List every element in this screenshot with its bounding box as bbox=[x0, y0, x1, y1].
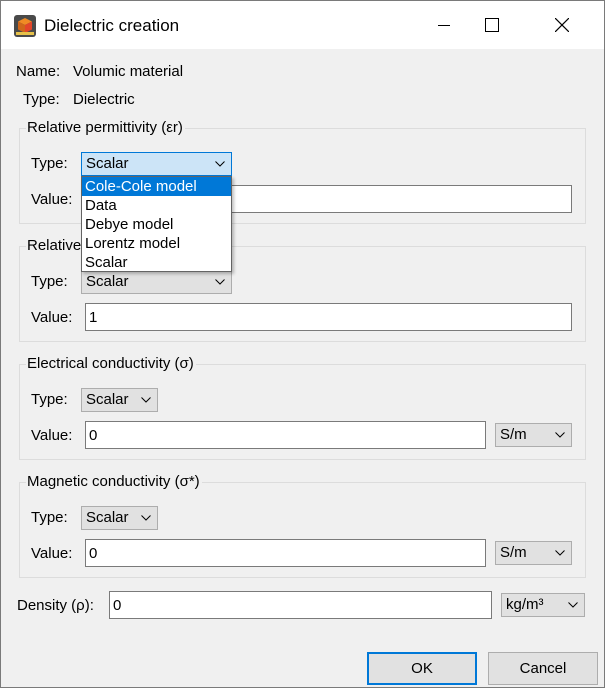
title-bar[interactable]: Dielectric creation bbox=[1, 1, 604, 49]
density-unit-selected: kg/m³ bbox=[506, 596, 544, 613]
magnetic-value-text: 0 bbox=[89, 545, 98, 562]
density-unit-select[interactable]: kg/m³ bbox=[501, 593, 585, 617]
minimize-icon bbox=[438, 25, 450, 26]
magnetic-group-title: Magnetic conductivity (σ*) bbox=[26, 473, 202, 490]
density-label: Density (ρ): bbox=[17, 597, 94, 614]
chevron-down-icon bbox=[555, 432, 565, 438]
chevron-down-icon bbox=[215, 161, 225, 167]
magnetic-type-selected: Scalar bbox=[86, 509, 129, 526]
electrical-type-select[interactable]: Scalar bbox=[81, 388, 158, 412]
minimize-button[interactable] bbox=[421, 1, 467, 49]
electrical-value-text: 0 bbox=[89, 427, 98, 444]
name-value: Volumic material bbox=[73, 63, 184, 80]
permeability-type-select[interactable]: Scalar bbox=[81, 270, 232, 294]
chevron-down-icon bbox=[215, 279, 225, 285]
chevron-down-icon bbox=[568, 602, 578, 608]
magnetic-value-field[interactable]: 0 bbox=[85, 539, 486, 567]
permittivity-type-label: Type: bbox=[31, 155, 68, 172]
dropdown-option-data[interactable]: Data bbox=[82, 196, 231, 215]
chevron-down-icon bbox=[141, 515, 151, 521]
permittivity-type-dropdown: Cole-Cole model Data Debye model Lorentz… bbox=[81, 176, 232, 272]
type-value: Dielectric bbox=[73, 91, 135, 108]
permeability-value-field[interactable]: 1 bbox=[85, 303, 572, 331]
density-value-field[interactable]: 0 bbox=[109, 591, 492, 619]
electrical-type-label: Type: bbox=[31, 391, 68, 408]
permeability-type-selected: Scalar bbox=[86, 273, 129, 290]
electrical-group-title: Electrical conductivity (σ) bbox=[26, 355, 196, 372]
magnetic-unit-selected: S/m bbox=[500, 544, 527, 561]
ok-button[interactable]: OK bbox=[367, 652, 477, 685]
chevron-down-icon bbox=[555, 550, 565, 556]
magnetic-type-select[interactable]: Scalar bbox=[81, 506, 158, 530]
magnetic-type-label: Type: bbox=[31, 509, 68, 526]
permeability-value-text: 1 bbox=[89, 309, 98, 326]
electrical-value-field[interactable]: 0 bbox=[85, 421, 486, 449]
name-label: Name: bbox=[16, 63, 61, 80]
app-cube-icon bbox=[14, 15, 36, 37]
close-icon bbox=[555, 18, 569, 32]
permittivity-value-label: Value: bbox=[31, 191, 73, 208]
dropdown-option-lorentz[interactable]: Lorentz model bbox=[82, 234, 231, 253]
electrical-value-label: Value: bbox=[31, 427, 73, 444]
maximize-button[interactable] bbox=[469, 1, 515, 49]
close-button[interactable] bbox=[539, 1, 585, 49]
electrical-unit-selected: S/m bbox=[500, 426, 527, 443]
dropdown-option-cole-cole[interactable]: Cole-Cole model bbox=[82, 177, 231, 196]
window-title: Dielectric creation bbox=[44, 16, 180, 35]
permeability-group-title: Relative bbox=[26, 237, 84, 254]
permittivity-group-title: Relative permittivity (εr) bbox=[26, 119, 185, 136]
dialog-window: Dielectric creation Name: Volumic materi… bbox=[0, 0, 605, 688]
chevron-down-icon bbox=[141, 397, 151, 403]
magnetic-value-label: Value: bbox=[31, 545, 73, 562]
cancel-button[interactable]: Cancel bbox=[488, 652, 598, 685]
permittivity-type-selected: Scalar bbox=[86, 155, 129, 172]
type-label: Type: bbox=[23, 91, 60, 108]
permeability-value-label: Value: bbox=[31, 309, 73, 326]
dropdown-option-scalar[interactable]: Scalar bbox=[82, 253, 231, 272]
maximize-icon bbox=[485, 18, 499, 32]
permittivity-type-select[interactable]: Scalar bbox=[81, 152, 232, 176]
dropdown-option-debye[interactable]: Debye model bbox=[82, 215, 231, 234]
magnetic-unit-select[interactable]: S/m bbox=[495, 541, 572, 565]
electrical-type-selected: Scalar bbox=[86, 391, 129, 408]
electrical-unit-select[interactable]: S/m bbox=[495, 423, 572, 447]
density-value-text: 0 bbox=[113, 597, 122, 614]
permeability-type-label: Type: bbox=[31, 273, 68, 290]
